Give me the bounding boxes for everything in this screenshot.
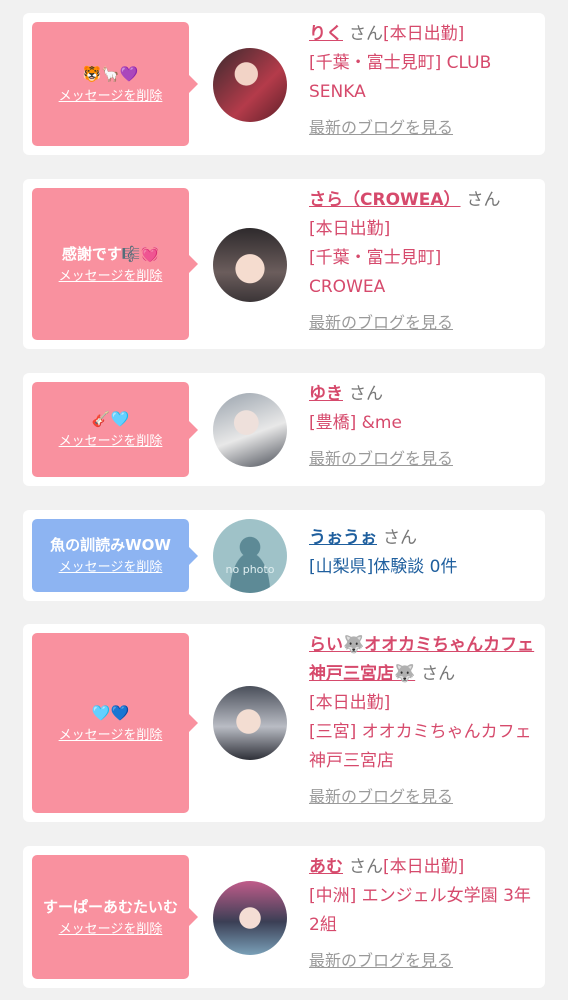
honorific: さん (349, 384, 383, 404)
profile-name-link[interactable]: ゆき (309, 384, 343, 404)
no-photo-label: no photo (225, 563, 275, 576)
message-bubble: 🩵💙 メッセージを削除 (32, 633, 198, 813)
message-bubble: すーぱーあむたいむ メッセージを削除 (32, 855, 198, 979)
message-card: 🐯🦙💜 メッセージを削除 りく さん[本日出勤] [千葉・富士見町] CLUB S… (23, 13, 545, 155)
message-text: 感謝です🎼💓 (61, 244, 160, 263)
latest-blog-link[interactable]: 最新のブログを見る (309, 113, 537, 142)
shop-area: [豊橋] &me (309, 413, 402, 433)
message-card: すーぱーあむたいむ メッセージを削除 あむ さん[本日出勤] [中洲] エンジェル… (23, 846, 545, 988)
avatar[interactable] (213, 228, 287, 302)
message-card: 魚の訓読みWOW メッセージを削除 no photo うぉうぉ さん [山梨県]体… (23, 510, 545, 601)
status-badge: [本日出勤] (309, 219, 391, 239)
profile-info: あむ さん[本日出勤] [中洲] エンジェル女学園 3年2組 最新のブログを見る (309, 853, 537, 975)
honorific: さん (349, 24, 383, 44)
profile-info: らい🐺オオカミちゃんカフェ神戸三宮店🐺 さん [本日出勤] [三宮] オオカミちゃ… (309, 631, 537, 811)
delete-message-link[interactable]: メッセージを削除 (59, 88, 163, 106)
profile-info: さら（CROWEA） さん [本日出勤] [千葉・富士見町] CROWEA 最新の… (309, 186, 537, 337)
avatar[interactable] (213, 48, 287, 122)
avatar[interactable] (213, 881, 287, 955)
message-card: 🎸🩵 メッセージを削除 ゆき さん [豊橋] &me 最新のブログを見る (23, 373, 545, 486)
latest-blog-link[interactable]: 最新のブログを見る (309, 782, 537, 811)
message-card: 🩵💙 メッセージを削除 らい🐺オオカミちゃんカフェ神戸三宮店🐺 さん [本日出勤]… (23, 624, 545, 822)
message-bubble: 魚の訓読みWOW メッセージを削除 (32, 519, 198, 592)
profile-name-link[interactable]: あむ (309, 857, 343, 877)
profile-name-link[interactable]: りく (309, 24, 343, 44)
profile-name-link[interactable]: さら（CROWEA） (309, 190, 461, 210)
message-bubble: 感謝です🎼💓 メッセージを削除 (32, 188, 198, 340)
message-bubble: 🐯🦙💜 メッセージを削除 (32, 22, 198, 146)
shop-area: [千葉・富士見町] CLUB SENKA (309, 53, 492, 102)
honorific: さん (421, 664, 456, 684)
profile-name-link[interactable]: うぉうぉ (309, 528, 377, 548)
message-card: 感謝です🎼💓 メッセージを削除 さら（CROWEA） さん [本日出勤] [千葉・… (23, 179, 545, 349)
message-text: 🩵💙 (91, 703, 130, 722)
latest-blog-link[interactable]: 最新のブログを見る (309, 946, 537, 975)
message-text: すーぱーあむたいむ (42, 897, 178, 916)
status-badge: [本日出勤] (383, 24, 465, 44)
avatar[interactable]: no photo (213, 519, 287, 593)
delete-message-link[interactable]: メッセージを削除 (59, 921, 163, 939)
honorific: さん (349, 857, 383, 877)
shop-area: [千葉・富士見町] CROWEA (309, 248, 442, 297)
avatar[interactable] (213, 393, 287, 467)
honorific: さん (466, 190, 501, 210)
shop-area: [中洲] エンジェル女学園 3年2組 (309, 886, 531, 935)
honorific: さん (383, 528, 417, 548)
shop-area: [山梨県]体験談 0件 (309, 557, 458, 577)
delete-message-link[interactable]: メッセージを削除 (59, 433, 163, 451)
profile-info: りく さん[本日出勤] [千葉・富士見町] CLUB SENKA 最新のブログを見… (309, 20, 537, 142)
delete-message-link[interactable]: メッセージを削除 (59, 268, 163, 286)
delete-message-link[interactable]: メッセージを削除 (59, 559, 163, 577)
delete-message-link[interactable]: メッセージを削除 (59, 727, 163, 745)
message-bubble: 🎸🩵 メッセージを削除 (32, 382, 198, 477)
message-text: 🎸🩵 (91, 410, 130, 428)
message-text: 🐯🦙💜 (82, 64, 139, 83)
latest-blog-link[interactable]: 最新のブログを見る (309, 444, 537, 473)
profile-info: ゆき さん [豊橋] &me 最新のブログを見る (309, 380, 537, 473)
profile-info: うぉうぉ さん [山梨県]体験談 0件 (309, 524, 537, 582)
latest-blog-link[interactable]: 最新のブログを見る (309, 308, 537, 337)
status-badge: [本日出勤] (309, 693, 391, 713)
message-text: 魚の訓読みWOW (50, 536, 171, 554)
shop-area: [三宮] オオカミちゃんカフェ神戸三宮店 (309, 722, 532, 771)
status-badge: [本日出勤] (383, 857, 465, 877)
avatar[interactable] (213, 686, 287, 760)
